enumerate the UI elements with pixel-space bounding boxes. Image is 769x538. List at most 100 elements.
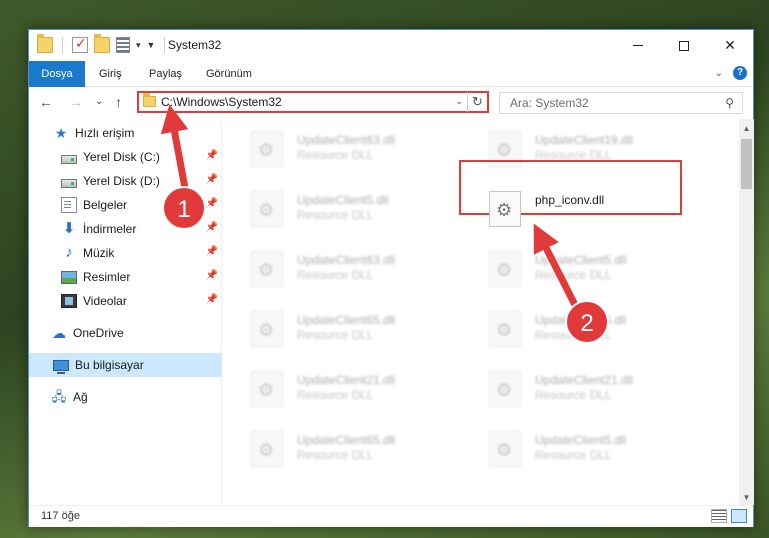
sidebar-item-label: İndirmeler [83,222,137,236]
address-path[interactable]: C:\Windows\System32 [161,95,282,109]
sidebar-item-pictures[interactable]: Resimler 📌 [29,265,222,289]
expand-ribbon-icon[interactable]: ⌄ [715,68,723,79]
file-item[interactable]: UpdateClient5.dll Resource DLL [461,423,693,473]
dll-file-icon [251,311,283,347]
sidebar-item-onedrive[interactable]: ☁ OneDrive [29,321,222,345]
file-name: UpdateClient21.dll [297,373,396,387]
refresh-button[interactable]: ↻ [467,92,487,112]
file-type: Resource DLL [297,328,374,342]
file-name: UpdateClient63.dll [297,133,396,147]
tiles-view-icon[interactable] [731,509,747,523]
navigation-pane: ★ Hızlı erişim Yerel Disk (C:) 📌 Yerel D… [29,119,222,505]
new-folder-icon[interactable] [94,34,110,53]
search-input[interactable]: Ara: System32 ⚲ [499,92,743,114]
disk-icon [61,154,77,164]
maximize-icon [679,40,689,51]
file-name: UpdateClient21.dll [535,373,634,387]
file-name: UpdateClient5.dll [535,433,627,447]
file-name: UpdateClient63.dll [297,253,396,267]
file-item[interactable]: UpdateClient5.dll Resource DLL [461,243,693,293]
vertical-scrollbar[interactable]: ▲ ▼ [739,119,754,505]
step-2-badge: 2 [565,300,609,344]
status-bar: 117 öğe [29,505,753,527]
minimize-button[interactable] [615,30,661,61]
tab-share[interactable]: Paylaş [136,61,195,87]
videos-icon [61,294,77,308]
pin-icon[interactable]: 📌 [206,198,218,209]
file-item[interactable]: UpdateClient63.dll Resource DLL [223,123,455,173]
file-type: Resource DLL [535,388,612,402]
toolbar-separator [164,37,166,53]
chevron-down-icon[interactable]: ▾ [136,40,141,51]
sidebar-item-network[interactable]: 🖧 Ağ [29,385,222,409]
file-type: Resource DLL [535,268,612,282]
scroll-down-icon[interactable]: ▼ [739,490,754,505]
forward-button[interactable]: → [69,94,83,110]
folder-icon [37,34,53,53]
details-view-icon[interactable] [711,509,727,523]
file-type: Resource DLL [297,148,374,162]
maximize-button[interactable] [661,30,707,61]
file-item[interactable]: UpdateClient65.dll Resource DLL [223,303,455,353]
file-item[interactable]: UpdateClient65.dll Resource DLL [223,423,455,473]
sidebar-item-music[interactable]: ♪ Müzik 📌 [29,241,222,265]
sidebar-item-label: Yerel Disk (C:) [83,150,160,164]
properties-check-icon[interactable] [72,35,88,53]
star-icon: ★ [54,125,68,141]
window-title: System32 [168,38,222,52]
tab-file[interactable]: Dosya [29,61,85,87]
file-name: UpdateClient65.dll [297,313,396,327]
sidebar-item-label: OneDrive [73,326,124,340]
item-count: 117 öğe [41,510,80,522]
file-item-php-iconv[interactable]: php_iconv.dll [461,183,693,233]
sidebar-item-local-disk-c[interactable]: Yerel Disk (C:) 📌 [29,145,222,169]
customize-toolbar-icon[interactable]: ▼ [147,40,156,50]
folder-icon [143,93,156,107]
sidebar-item-this-pc[interactable]: Bu bilgisayar [29,353,222,377]
tab-view[interactable]: Görünüm [193,61,265,87]
pin-icon[interactable]: 📌 [206,222,218,233]
pin-icon[interactable]: 📌 [206,294,218,305]
sidebar-item-label: Müzik [83,246,115,260]
dll-file-icon [489,251,521,287]
file-type: Resource DLL [535,448,612,462]
downloads-icon: ⬇ [62,220,76,237]
sidebar-item-videos[interactable]: Videolar 📌 [29,289,222,313]
recent-locations-button[interactable]: ⌄ [95,96,103,107]
file-type: Resource DLL [297,448,374,462]
pin-icon[interactable]: 📌 [206,150,218,161]
minimize-icon [633,45,643,46]
file-name: php_iconv.dll [535,193,605,207]
computer-icon [53,360,69,374]
pin-icon[interactable]: 📌 [206,270,218,281]
step-1-badge: 1 [162,186,206,230]
file-name: UpdateClient5.dll [535,253,627,267]
file-item[interactable]: UpdateClient21.dll Resource DLL [461,363,693,413]
dll-file-icon [251,431,283,467]
file-item[interactable]: UpdateClient21.dll Resource DLL [223,363,455,413]
search-icon[interactable]: ⚲ [725,96,734,110]
file-item[interactable]: UpdateClient63.dll Resource DLL [223,243,455,293]
up-button[interactable]: ↑ [115,94,122,110]
sidebar-item-label: Videolar [83,294,127,308]
ribbon-tabs: Dosya Giriş Paylaş Görünüm ⌄ ? [29,61,753,87]
disk-icon [61,178,77,188]
pin-icon[interactable]: 📌 [206,246,218,257]
help-icon[interactable]: ? [733,66,747,80]
tab-home[interactable]: Giriş [86,61,135,87]
properties-icon[interactable] [116,37,130,53]
sidebar-item-label: Hızlı erişim [75,126,135,140]
file-item[interactable]: UpdateClient5.dll Resource DLL [223,183,455,233]
network-icon: 🖧 [51,389,67,404]
dll-file-icon [251,191,283,227]
chevron-down-icon[interactable]: ⌄ [455,96,463,107]
back-button[interactable]: ← [39,94,53,110]
close-button[interactable]: ✕ [707,30,753,61]
pin-icon[interactable]: 📌 [206,174,218,185]
scroll-up-icon[interactable]: ▲ [739,121,754,136]
address-bar[interactable]: C:\Windows\System32 ⌄ ↻ [137,91,489,113]
sidebar-item-quick-access[interactable]: ★ Hızlı erişim [29,121,222,145]
scroll-thumb[interactable] [741,139,752,189]
view-switcher [711,509,747,523]
toolbar-separator [62,37,63,53]
